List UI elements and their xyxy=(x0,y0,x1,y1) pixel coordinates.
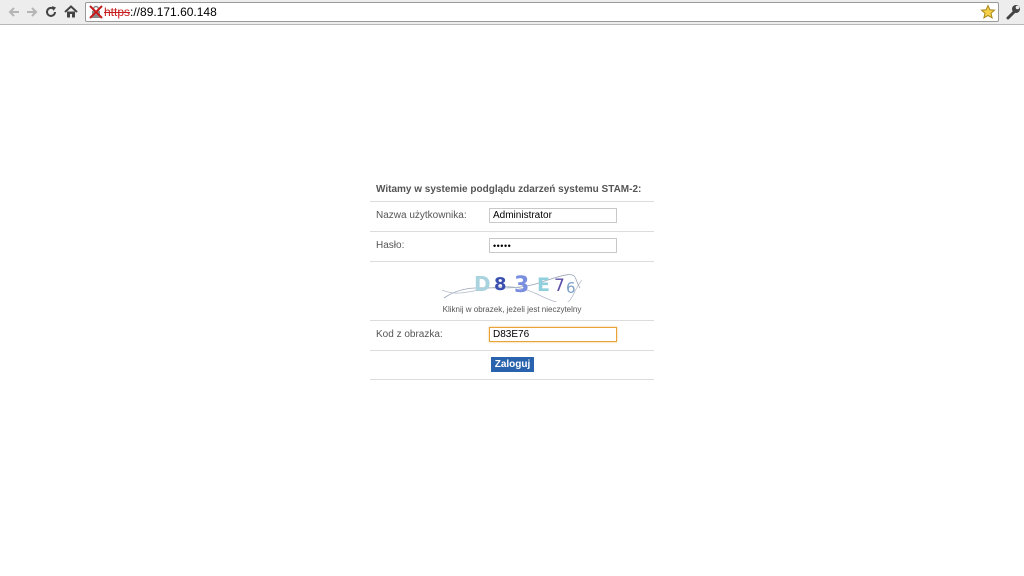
wrench-icon xyxy=(1006,5,1020,20)
back-button[interactable] xyxy=(5,3,23,21)
captcha-char: 8 xyxy=(494,274,507,295)
welcome-heading: Witamy w systemie podglądu zdarzeń syste… xyxy=(370,179,654,202)
username-label: Nazwa użytkownika: xyxy=(376,210,467,221)
browser-toolbar: https://89.171.60.148 xyxy=(0,0,1024,25)
arrow-right-icon xyxy=(27,7,38,17)
code-label: Kod z obrazka: xyxy=(376,329,443,340)
password-input[interactable] xyxy=(489,238,617,253)
forward-button[interactable] xyxy=(23,3,41,21)
captcha-image[interactable]: D 8 3 E 7 6 xyxy=(442,268,582,302)
reload-button[interactable] xyxy=(42,3,60,21)
address-bar[interactable]: https://89.171.60.148 xyxy=(85,2,999,22)
arrow-left-icon xyxy=(8,7,19,17)
captcha-char: 7 xyxy=(554,276,565,296)
username-input[interactable] xyxy=(489,208,617,223)
star-icon[interactable] xyxy=(980,4,996,20)
home-button[interactable] xyxy=(62,3,80,21)
captcha-row: D 8 3 E 7 6 Kliknij w obrazek, jeżeli je… xyxy=(370,262,654,321)
url-text[interactable]: https://89.171.60.148 xyxy=(104,5,217,20)
captcha-code-input[interactable] xyxy=(489,327,617,342)
login-panel: Witamy w systemie podglądu zdarzeń syste… xyxy=(370,179,654,380)
login-button[interactable]: Zaloguj xyxy=(491,357,534,372)
insecure-lock-icon[interactable] xyxy=(89,5,103,19)
code-row: Kod z obrazka: xyxy=(370,321,654,351)
captcha-char: D xyxy=(474,272,491,296)
url-separator: :// xyxy=(130,5,141,19)
password-label: Hasło: xyxy=(376,240,405,251)
captcha-char: 3 xyxy=(514,273,529,298)
home-icon xyxy=(64,5,78,18)
wrench-menu-button[interactable] xyxy=(1004,3,1022,21)
submit-row: Zaloguj xyxy=(370,351,654,380)
password-row: Hasło: xyxy=(370,232,654,262)
url-scheme: https xyxy=(104,5,131,19)
reload-icon xyxy=(46,6,56,17)
captcha-hint: Kliknij w obrazek, jeżeli jest nieczytel… xyxy=(442,305,582,314)
url-host: 89.171.60.148 xyxy=(140,5,217,19)
captcha-char: E xyxy=(537,274,550,296)
captcha-char: 6 xyxy=(566,279,576,297)
username-row: Nazwa użytkownika: xyxy=(370,202,654,232)
